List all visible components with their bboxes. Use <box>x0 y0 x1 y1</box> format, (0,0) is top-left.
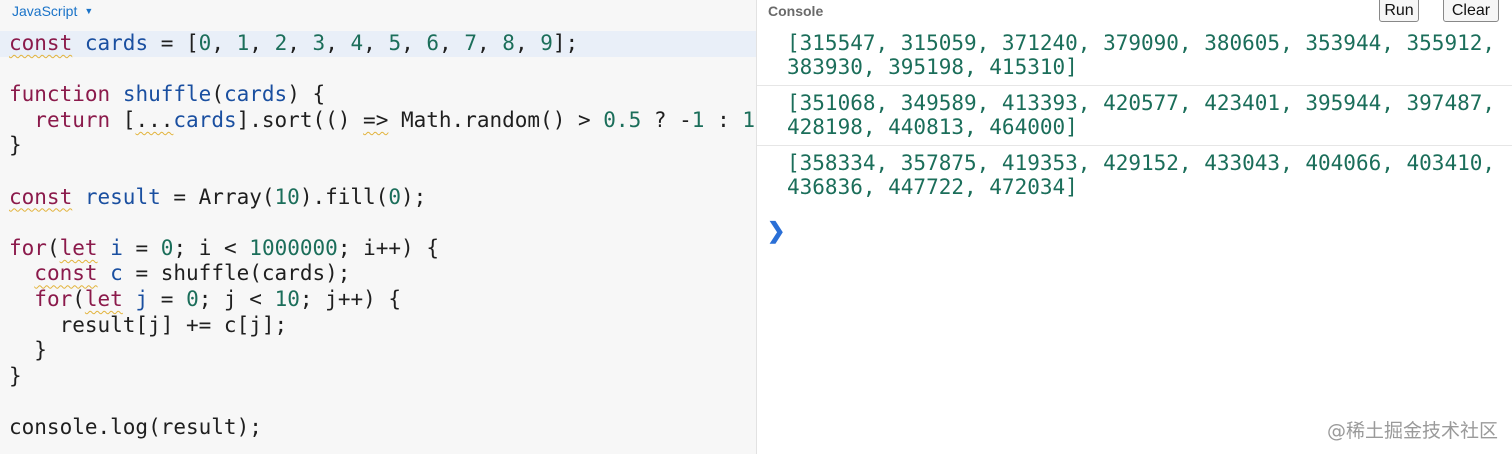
run-button[interactable]: Run <box>1379 0 1419 22</box>
language-label: JavaScript <box>12 3 78 19</box>
console-output-line: 383930, 395198, 415310] <box>787 55 1078 79</box>
console-pane: Console Run Clear [315547, 315059, 37124… <box>757 0 1512 454</box>
chevron-down-icon: ▼ <box>84 6 94 16</box>
console-output-line: 428198, 440813, 464000] <box>787 115 1078 139</box>
console-output-entry: [351068, 349589, 413393, 420577, 423401,… <box>757 91 1512 146</box>
code-line[interactable]: const c = shuffle(cards); <box>0 261 756 287</box>
console-output-line: [315547, 315059, 371240, 379090, 380605,… <box>787 31 1496 55</box>
code-area[interactable]: const cards = [0, 1, 2, 3, 4, 5, 6, 7, 8… <box>0 31 756 441</box>
code-line[interactable] <box>0 389 756 415</box>
code-line[interactable]: for(let j = 0; j < 10; j++) { <box>0 287 756 313</box>
console-prompt-icon[interactable]: ❯ <box>767 218 785 244</box>
console-output-entry: [315547, 315059, 371240, 379090, 380605,… <box>757 31 1512 86</box>
code-line[interactable]: const result = Array(10).fill(0); <box>0 185 756 211</box>
code-line[interactable] <box>0 210 756 236</box>
language-selector[interactable]: JavaScript ▼ <box>12 3 93 19</box>
code-line[interactable]: } <box>0 338 756 364</box>
console-title: Console <box>768 3 824 19</box>
code-editor-pane[interactable]: JavaScript ▼ const cards = [0, 1, 2, 3, 4… <box>0 0 756 454</box>
clear-button[interactable]: Clear <box>1443 0 1499 22</box>
code-line[interactable]: console.log(result); <box>0 415 756 441</box>
code-line[interactable]: } <box>0 133 756 159</box>
code-line[interactable]: result[j] += c[j]; <box>0 313 756 339</box>
code-line[interactable]: const cards = [0, 1, 2, 3, 4, 5, 6, 7, 8… <box>0 31 756 57</box>
console-output-line: [351068, 349589, 413393, 420577, 423401,… <box>787 91 1496 115</box>
code-line[interactable]: function shuffle(cards) { <box>0 82 756 108</box>
console-output-line: [358334, 357875, 419353, 429152, 433043,… <box>787 151 1496 175</box>
console-output-entry: [358334, 357875, 419353, 429152, 433043,… <box>757 151 1512 205</box>
code-line[interactable]: for(let i = 0; i < 1000000; i++) { <box>0 236 756 262</box>
code-line[interactable] <box>0 159 756 185</box>
watermark: @稀土掘金技术社区 <box>1326 420 1498 442</box>
code-line[interactable] <box>0 57 756 83</box>
code-line[interactable]: } <box>0 364 756 390</box>
code-line[interactable]: return [...cards].sort(() => Math.random… <box>0 108 756 134</box>
console-output-line: 436836, 447722, 472034] <box>787 175 1078 199</box>
